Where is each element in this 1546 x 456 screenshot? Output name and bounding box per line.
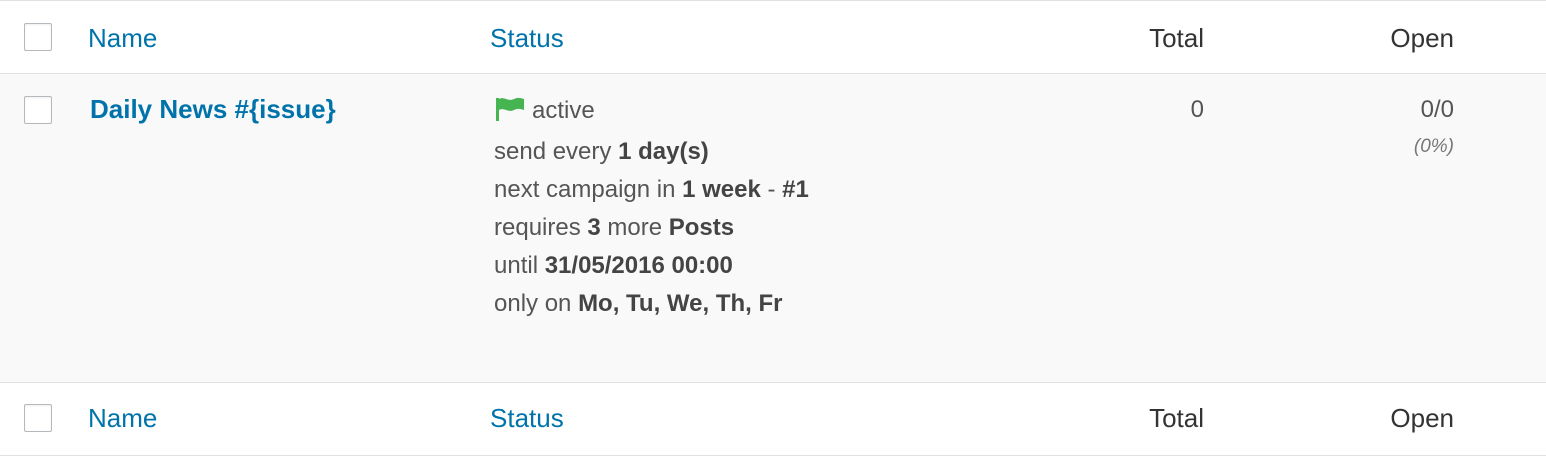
- select-all-checkbox-footer[interactable]: [24, 404, 52, 432]
- status-line-until: until 31/05/2016 00:00: [494, 252, 733, 279]
- status-line-next-campaign: next campaign in 1 week - #1: [494, 176, 809, 203]
- column-footer-open: Open: [1390, 403, 1454, 433]
- open-value: 0/0: [1420, 96, 1454, 123]
- column-header-open: Open: [1390, 23, 1454, 53]
- table-header: Name Status Total Open: [0, 0, 1546, 74]
- status-state-line: active: [494, 92, 809, 133]
- total-value: 0: [1190, 96, 1204, 123]
- campaign-list-table: Name Status Total Open Daily News #{issu…: [0, 0, 1546, 456]
- table-footer: Name Status Total Open: [0, 383, 1546, 456]
- open-percentage: (0%): [1413, 136, 1454, 157]
- column-header-name[interactable]: Name: [88, 23, 157, 54]
- status-line-frequency: send every 1 day(s): [494, 138, 709, 165]
- column-header-status[interactable]: Status: [490, 23, 564, 54]
- select-all-checkbox[interactable]: [24, 23, 52, 51]
- row-checkbox[interactable]: [24, 96, 52, 124]
- status-line-requires: requires 3 more Posts: [494, 214, 735, 241]
- status-line-days: only on Mo, Tu, We, Th, Fr: [494, 290, 783, 317]
- campaign-status: active send every 1 day(s) next campaign…: [494, 92, 809, 323]
- campaign-title-link[interactable]: Daily News #{issue}: [90, 94, 336, 125]
- status-state: active: [532, 97, 595, 124]
- flag-icon: [494, 95, 526, 133]
- column-header-total: Total: [1149, 23, 1204, 53]
- column-footer-name[interactable]: Name: [88, 403, 157, 434]
- column-footer-status[interactable]: Status: [490, 403, 564, 434]
- column-footer-total: Total: [1149, 403, 1204, 433]
- table-row: Daily News #{issue} active send every 1 …: [0, 74, 1546, 383]
